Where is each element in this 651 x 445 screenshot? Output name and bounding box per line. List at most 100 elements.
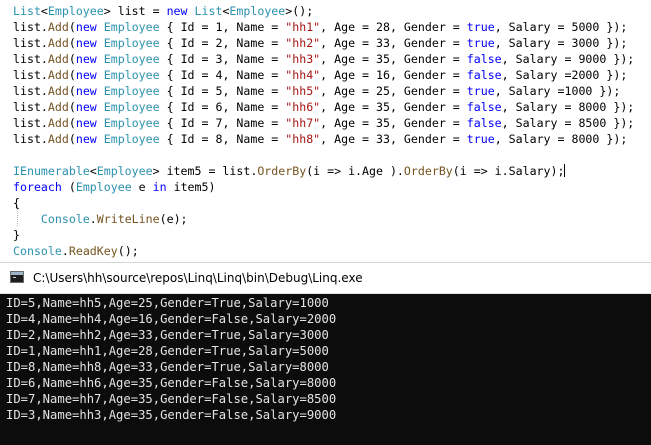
code-token: ( bbox=[68, 36, 76, 50]
code-token: new bbox=[75, 20, 97, 34]
console-output-line: ID=3,Name=hh3,Age=35,Gender=False,Salary… bbox=[6, 408, 337, 422]
code-token: (); bbox=[117, 244, 139, 258]
code-token: , Age = 25, Gender = bbox=[320, 84, 467, 98]
code-line: Console.ReadKey(); bbox=[13, 243, 139, 259]
code-token: foreach bbox=[13, 180, 62, 194]
code-token: true bbox=[466, 20, 495, 34]
code-token: { Id = 1, Name = bbox=[159, 20, 286, 34]
code-token: Add bbox=[47, 84, 69, 98]
code-line: Console.WriteLine(e); bbox=[13, 211, 188, 227]
code-token: true bbox=[466, 84, 495, 98]
code-token: e bbox=[131, 180, 153, 194]
code-token: Add bbox=[47, 132, 69, 146]
code-token: > item5 = list. bbox=[152, 164, 258, 178]
code-token: Employee bbox=[103, 84, 160, 98]
code-token: false bbox=[466, 52, 502, 66]
console-output-line: ID=4,Name=hh4,Age=16,Gender=False,Salary… bbox=[6, 312, 337, 326]
code-line: { bbox=[13, 195, 20, 211]
code-token: "hh4" bbox=[285, 68, 321, 82]
code-token: ( bbox=[68, 84, 76, 98]
code-token: { Id = 4, Name = bbox=[159, 68, 286, 82]
text-cursor bbox=[564, 164, 566, 177]
code-token: "hh5" bbox=[285, 84, 321, 98]
code-token: new bbox=[75, 36, 97, 50]
code-token: . bbox=[89, 212, 97, 226]
console-output-line: ID=6,Name=hh6,Age=35,Gender=False,Salary… bbox=[6, 376, 337, 390]
console-output-line: ID=7,Name=hh7,Age=35,Gender=False,Salary… bbox=[6, 392, 337, 406]
code-token: , Age = 33, Gender = bbox=[320, 36, 467, 50]
console-titlebar[interactable]: C:\Users\hh\source\repos\Linq\Linq\bin\D… bbox=[0, 263, 651, 294]
code-token: , Salary = 9000 }); bbox=[501, 52, 635, 66]
code-token: new bbox=[75, 100, 97, 114]
code-token: "hh8" bbox=[285, 132, 321, 146]
code-token: false bbox=[466, 100, 502, 114]
code-token: , Age = 16, Gender = bbox=[320, 68, 467, 82]
code-token: new bbox=[75, 68, 97, 82]
code-token: list. bbox=[13, 68, 48, 82]
code-token: item5) bbox=[166, 180, 216, 194]
code-token: , Age = 35, Gender = bbox=[320, 100, 467, 114]
code-token: new bbox=[75, 84, 97, 98]
code-token: , Salary = 8000 }); bbox=[501, 100, 635, 114]
code-token: , Age = 33, Gender = bbox=[320, 132, 467, 146]
code-line: list.Add(new Employee { Id = 1, Name = "… bbox=[13, 19, 627, 35]
code-line: list.Add(new Employee { Id = 3, Name = "… bbox=[13, 51, 634, 67]
code-token: { Id = 6, Name = bbox=[159, 100, 286, 114]
console-output-line: ID=8,Name=hh8,Age=33,Gender=True,Salary=… bbox=[6, 360, 329, 374]
code-token: Console bbox=[40, 212, 90, 226]
code-token: Employee bbox=[96, 164, 153, 178]
code-line: IEnumerable<Employee> item5 = list.Order… bbox=[13, 163, 566, 179]
code-token: "hh2" bbox=[285, 36, 321, 50]
code-token: Employee bbox=[47, 4, 104, 18]
code-token: Employee bbox=[103, 132, 160, 146]
code-token: Employee bbox=[75, 180, 132, 194]
console-output: ID=5,Name=hh5,Age=25,Gender=True,Salary=… bbox=[0, 294, 651, 445]
code-token: List bbox=[194, 4, 223, 18]
console-window[interactable]: C:\Users\hh\source\repos\Linq\Linq\bin\D… bbox=[0, 262, 651, 445]
code-token: . bbox=[61, 244, 69, 258]
code-token: list. bbox=[13, 20, 48, 34]
code-line: list.Add(new Employee { Id = 2, Name = "… bbox=[13, 35, 627, 51]
code-token: list. bbox=[13, 116, 48, 130]
code-token: , Salary = 5000 }); bbox=[494, 20, 628, 34]
code-token: ( bbox=[61, 180, 76, 194]
code-editor[interactable]: List<Employee> list = new List<Employee>… bbox=[0, 0, 651, 262]
code-token: Employee bbox=[229, 4, 286, 18]
code-token: , Salary =2000 }); bbox=[501, 68, 628, 82]
code-token: Add bbox=[47, 20, 69, 34]
code-token: ( bbox=[68, 52, 76, 66]
code-token: ( bbox=[68, 68, 76, 82]
code-token: new bbox=[166, 4, 188, 18]
code-token: ( bbox=[68, 20, 76, 34]
code-token: Console bbox=[13, 244, 62, 258]
code-token: { Id = 3, Name = bbox=[159, 52, 286, 66]
code-token: Employee bbox=[103, 36, 160, 50]
code-token: { bbox=[13, 196, 20, 210]
code-token: new bbox=[75, 116, 97, 130]
code-token: { Id = 5, Name = bbox=[159, 84, 286, 98]
console-output-line: ID=1,Name=hh1,Age=28,Gender=True,Salary=… bbox=[6, 344, 329, 358]
code-token: "hh1" bbox=[285, 20, 321, 34]
code-token: list. bbox=[13, 52, 48, 66]
code-token: ( bbox=[68, 100, 76, 114]
code-token: false bbox=[466, 116, 502, 130]
code-token: , Salary = 8000 }); bbox=[494, 132, 628, 146]
code-token: { Id = 7, Name = bbox=[159, 116, 286, 130]
code-token: , Salary = 8500 }); bbox=[501, 116, 635, 130]
code-token: > list = bbox=[103, 4, 167, 18]
code-line: } bbox=[13, 227, 20, 243]
code-token: in bbox=[152, 180, 167, 194]
code-token: "hh6" bbox=[285, 100, 321, 114]
code-token: "hh3" bbox=[285, 52, 321, 66]
code-token: } bbox=[13, 228, 20, 242]
code-token: true bbox=[466, 132, 495, 146]
code-line: foreach (Employee e in item5) bbox=[13, 179, 215, 195]
